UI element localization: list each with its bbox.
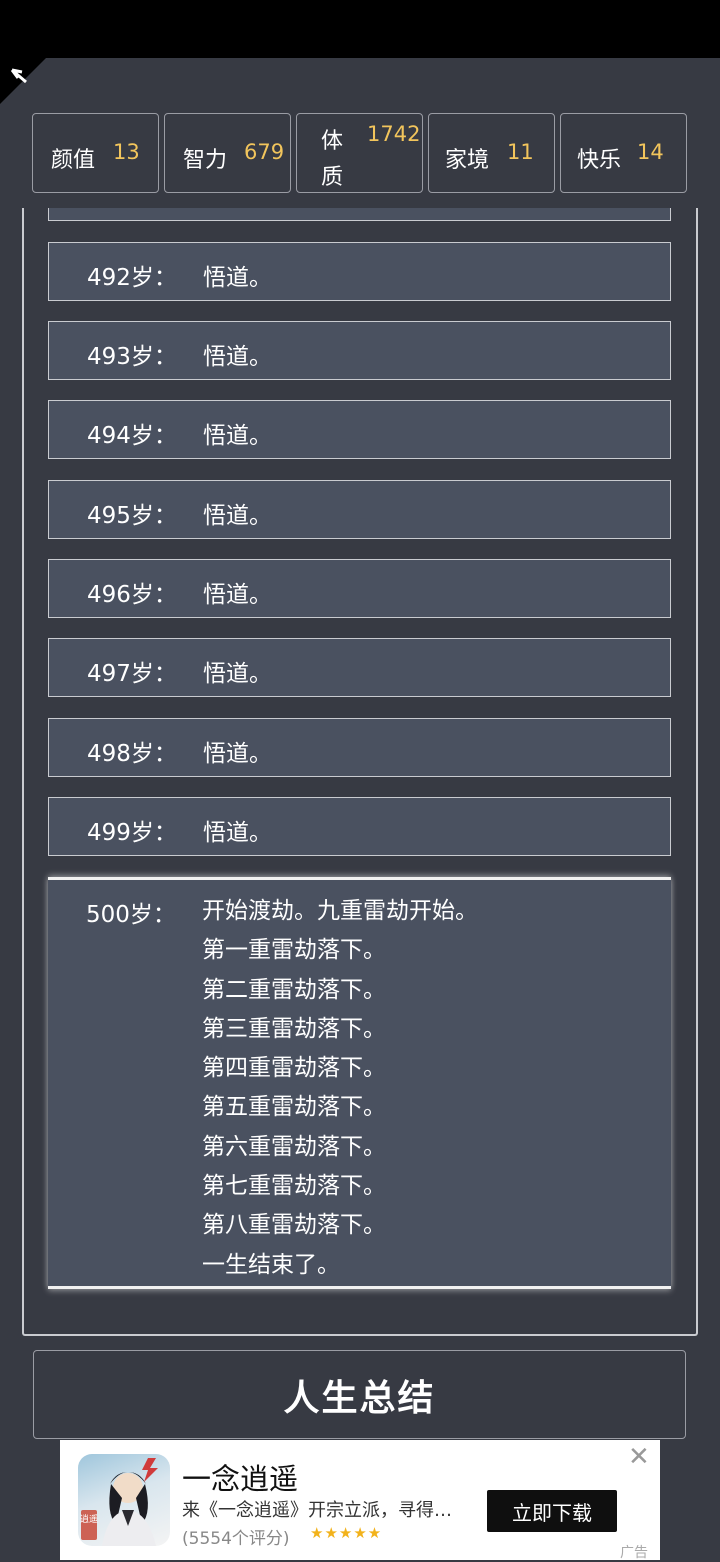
event-age: 492岁： — [87, 265, 177, 291]
event-line: 一生结束了。 — [202, 1251, 340, 1278]
event-line: 开始渡劫。九重雷劫开始。 — [202, 898, 478, 924]
ad-banner[interactable]: 逍遥 一念逍遥 来《一念逍遥》开宗立派，寻得… (5554个评分) ★★★★★ … — [60, 1440, 660, 1561]
stat-label: 快乐 — [577, 148, 622, 173]
list-item: 496岁： 悟道。 — [48, 559, 671, 618]
stat-value: 14 — [637, 140, 664, 164]
stat-label: 颜值 — [51, 148, 96, 173]
close-icon[interactable]: ✕ — [628, 1442, 650, 1472]
event-line: 第二重雷劫落下。 — [202, 976, 386, 1003]
ad-rating-count: (5554个评分) — [182, 1529, 290, 1549]
event-line: 第一重雷劫落下。 — [202, 937, 386, 964]
event-age: 494岁： — [87, 423, 177, 449]
event-text: 悟道。 — [203, 423, 272, 449]
stat-value: 13 — [113, 140, 140, 164]
list-item: 494岁： 悟道。 — [48, 400, 671, 459]
final-event-item: 500岁： 开始渡劫。九重雷劫开始。 第一重雷劫落下。 第二重雷劫落下。 第三重… — [48, 877, 671, 1289]
ad-description: 来《一念逍遥》开宗立派，寻得… — [182, 1500, 452, 1521]
event-line: 第五重雷劫落下。 — [202, 1094, 386, 1121]
final-event-lines: 开始渡劫。九重雷劫开始。 第一重雷劫落下。 第二重雷劫落下。 第三重雷劫落下。 … — [202, 895, 478, 1288]
event-age: 500岁： — [86, 902, 176, 928]
stat-label: 家境 — [445, 148, 490, 173]
stat-constitution: 体 质 1742 — [296, 113, 423, 193]
event-text: 悟道。 — [203, 820, 272, 846]
stat-value: 1742 — [367, 122, 421, 146]
event-text: 悟道。 — [203, 503, 272, 529]
stat-intelligence: 智力 679 — [164, 113, 291, 193]
event-text: 悟道。 — [203, 661, 272, 687]
event-age: 493岁： — [87, 344, 177, 370]
ad-title: 一念逍遥 — [182, 1462, 299, 1496]
list-item: 495岁： 悟道。 — [48, 480, 671, 539]
stat-appearance: 颜值 13 — [32, 113, 159, 193]
event-age: 498岁： — [87, 741, 177, 767]
event-age: 496岁： — [87, 582, 177, 608]
stat-label: 智力 — [183, 148, 228, 173]
event-text: 悟道。 — [203, 582, 272, 608]
stat-happiness: 快乐 14 — [560, 113, 687, 193]
event-age: 495岁： — [87, 503, 177, 529]
app-icon[interactable]: 逍遥 — [78, 1454, 170, 1546]
event-text: 悟道。 — [203, 344, 272, 370]
list-item: 498岁： 悟道。 — [48, 718, 671, 777]
stat-label: 质 — [321, 165, 344, 190]
ad-label: 广告 — [620, 1545, 648, 1561]
event-line: 第三重雷劫落下。 — [202, 1015, 386, 1042]
stat-value: 679 — [244, 140, 285, 164]
event-line: 第六重雷劫落下。 — [202, 1133, 386, 1160]
stat-family: 家境 11 — [428, 113, 555, 193]
list-item: 497岁： 悟道。 — [48, 638, 671, 697]
download-button[interactable]: 立即下载 — [487, 1490, 617, 1532]
list-item: 493岁： 悟道。 — [48, 321, 671, 380]
status-bar — [0, 0, 720, 58]
event-text: 悟道。 — [203, 741, 272, 767]
event-age: 499岁： — [87, 820, 177, 846]
event-text: 悟道。 — [203, 265, 272, 291]
back-arrow-icon[interactable] — [0, 58, 46, 104]
ad-icon-seal: 逍遥 — [80, 1513, 98, 1525]
list-item — [48, 208, 671, 221]
event-line: 第八重雷劫落下。 — [202, 1212, 386, 1239]
list-item: 492岁： 悟道。 — [48, 242, 671, 301]
event-age: 497岁： — [87, 661, 177, 687]
stat-value: 11 — [507, 140, 534, 164]
event-line: 第七重雷劫落下。 — [202, 1173, 386, 1200]
list-item: 499岁： 悟道。 — [48, 797, 671, 856]
event-line: 第四重雷劫落下。 — [202, 1055, 386, 1082]
star-rating-icon: ★★★★★ — [310, 1524, 383, 1542]
life-summary-button[interactable]: 人生总结 — [33, 1350, 686, 1439]
stat-label: 体 — [321, 129, 344, 154]
